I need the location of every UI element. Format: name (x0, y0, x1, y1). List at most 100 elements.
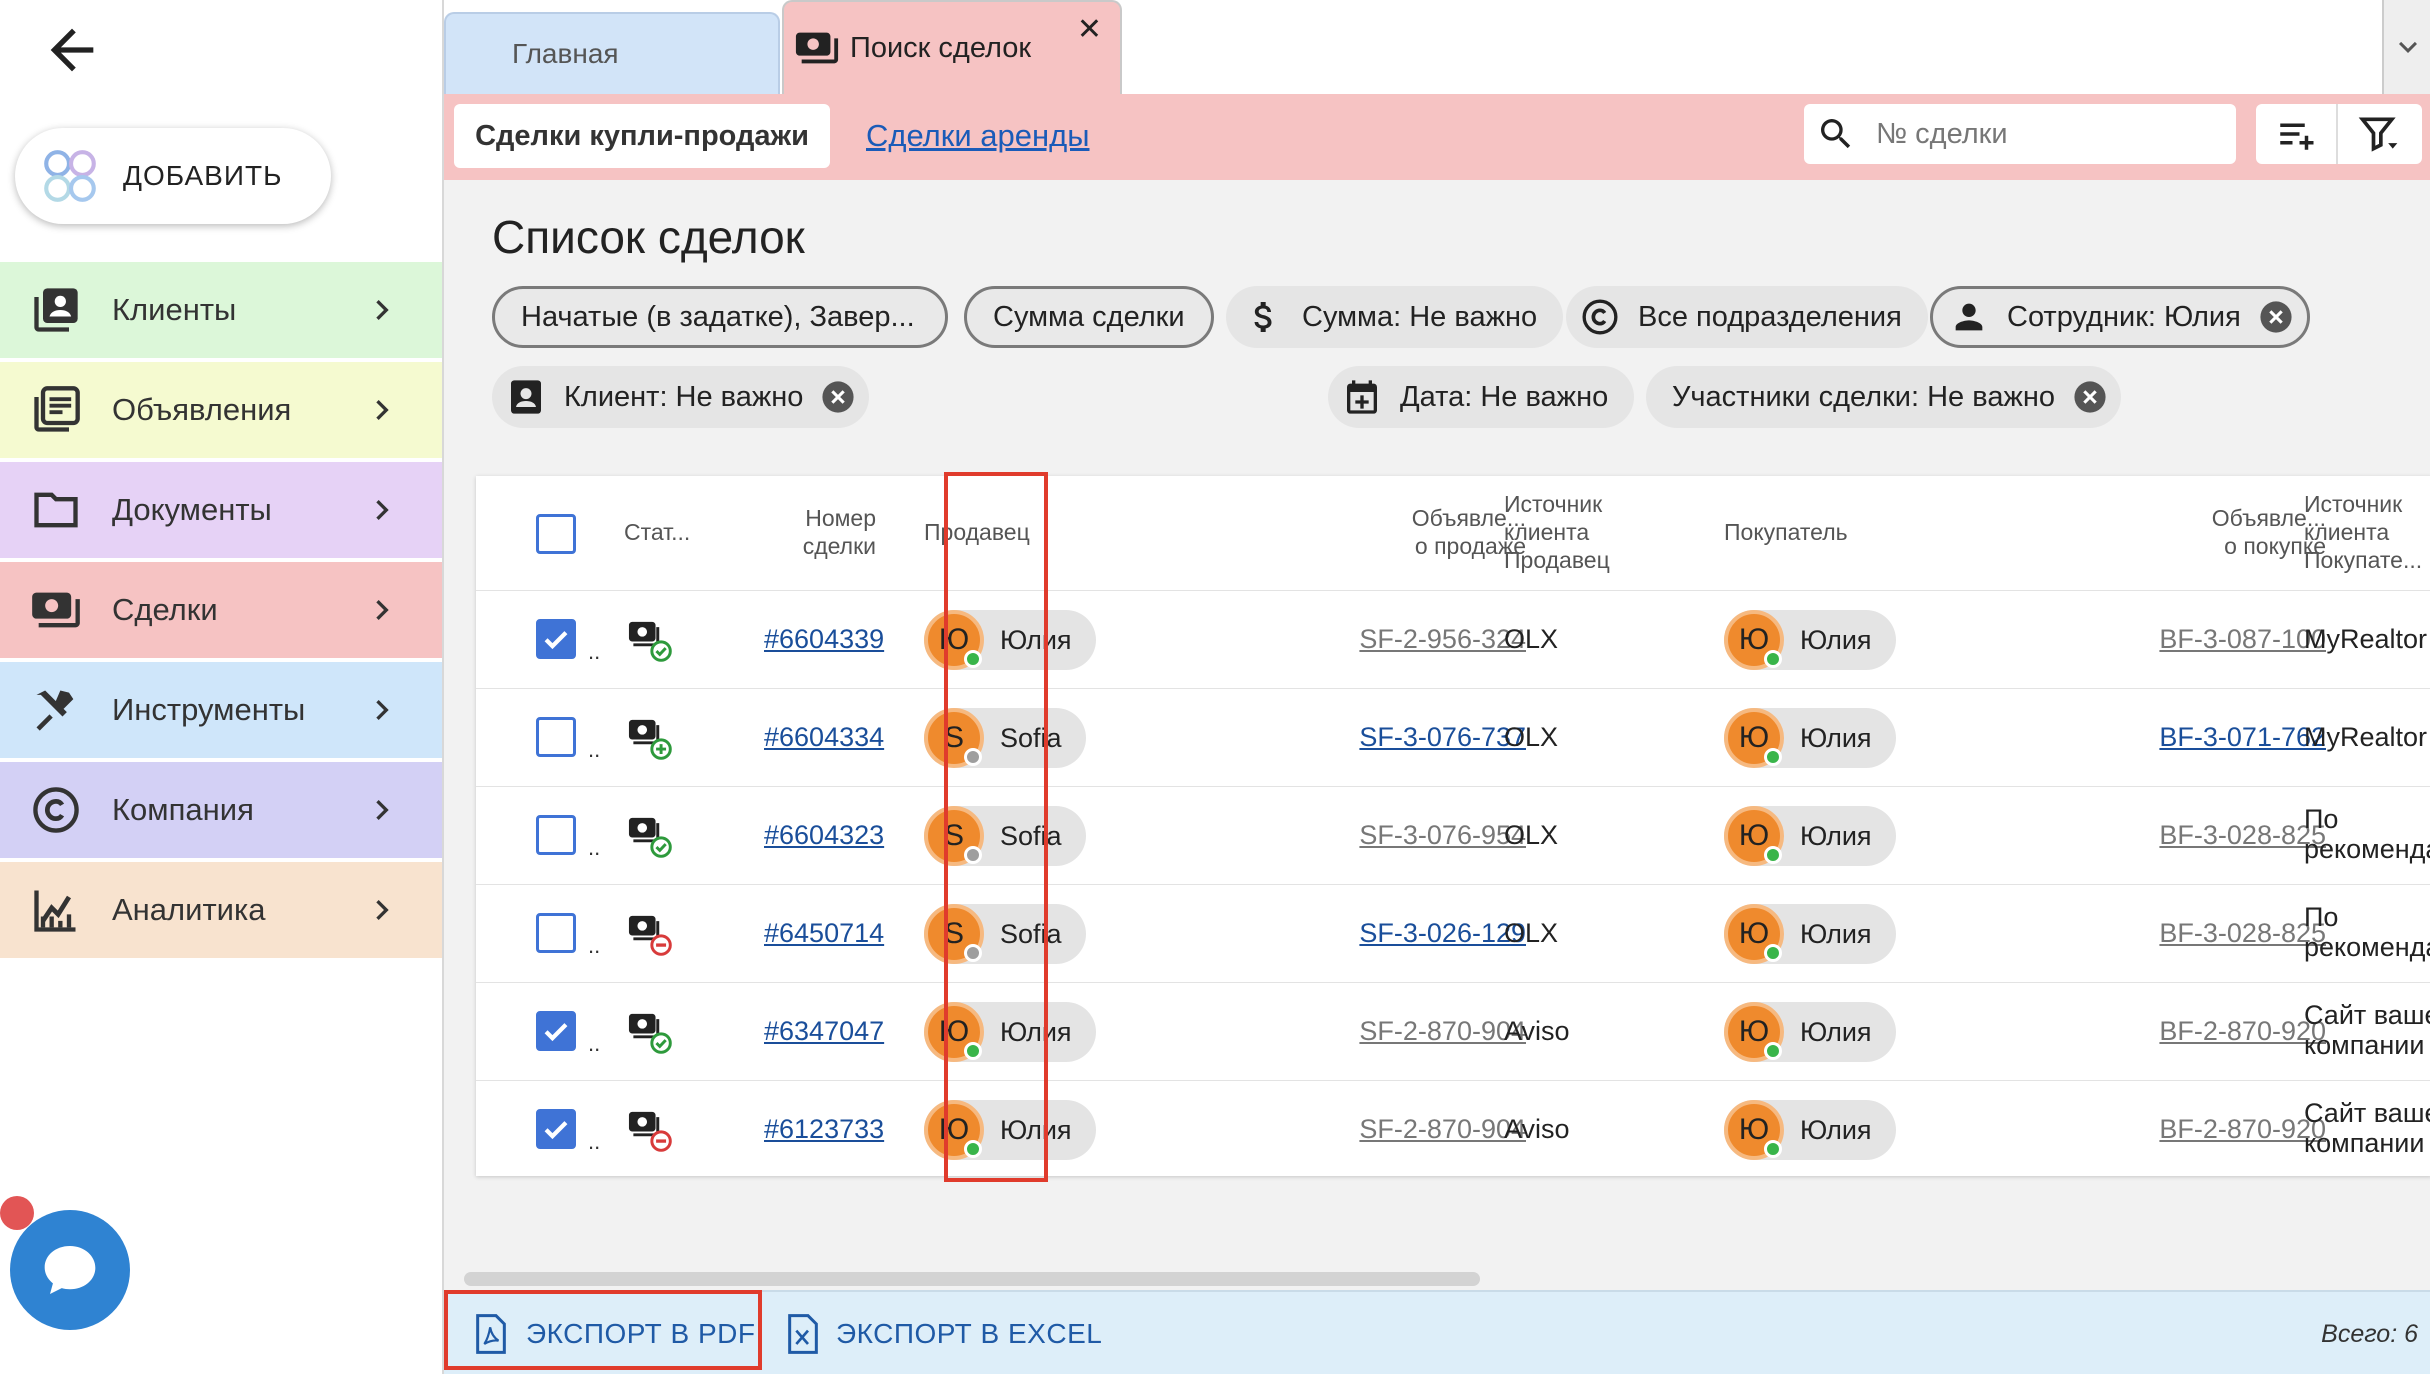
tab-close-icon[interactable]: ✕ (1077, 12, 1102, 47)
buy-ad-link[interactable]: BF-3-028-825 (2159, 820, 2326, 851)
deal-number-link[interactable]: #6123733 (764, 1114, 884, 1145)
sale-ad-link[interactable]: SF-3-076-737 (1359, 722, 1526, 753)
row-more-indicator: .. (588, 1031, 601, 1056)
sidebar-item-company[interactable]: Компания (0, 762, 442, 858)
contacts-icon (30, 284, 82, 336)
avatar-initial: Ю (1738, 623, 1770, 656)
filter-chip-employee[interactable]: Сотрудник: Юлия (1930, 286, 2310, 348)
tab-sale-deals[interactable]: Сделки купли-продажи (454, 104, 830, 168)
sidebar-item-documents[interactable]: Документы (0, 462, 442, 558)
select-all-checkbox[interactable] (536, 514, 576, 554)
table-row[interactable]: .. #6604334 S Sofia SF-3-076-737 OLX Ю Юлия BF-3… (476, 688, 2430, 786)
filter-add-icon (2280, 123, 2314, 150)
filter-menu-button[interactable] (2338, 104, 2420, 164)
sidebar-item-analytics[interactable]: Аналитика (0, 862, 442, 958)
filter-chip-divisions[interactable]: Все подразделения (1566, 286, 1928, 348)
sidebar-item-ads[interactable]: Объявления (0, 362, 442, 458)
table-row[interactable]: .. #6123733 Ю Юлия SF-2-870-904 Aviso Ю Юлия BF-… (476, 1080, 2430, 1178)
seller-source: Aviso (1504, 1114, 1570, 1144)
avatar: Ю (1724, 708, 1784, 768)
filter-chip-divisions-label: Все подразделения (1638, 300, 1902, 333)
row-checkbox[interactable] (536, 1011, 576, 1051)
back-arrow-icon[interactable] (40, 18, 104, 82)
chevron-right-icon (362, 690, 402, 730)
sale-ad-link[interactable]: SF-3-026-129 (1359, 918, 1526, 949)
filter-chip-client[interactable]: Клиент: Не важно (492, 366, 870, 428)
sale-ad-link[interactable]: SF-2-870-904 (1359, 1114, 1526, 1145)
highlight-checkbox-column (944, 472, 1048, 1182)
filter-chip-status-label: Начатые (в задатке), Завер... (521, 300, 915, 333)
buyer-chip[interactable]: Ю Юлия (1724, 1100, 1896, 1160)
buy-ad-link[interactable]: BF-3-028-825 (2159, 918, 2326, 949)
buyer-chip[interactable]: Ю Юлия (1724, 806, 1896, 866)
buy-ad-link[interactable]: BF-3-071-762 (2159, 722, 2326, 753)
buyer-source: Сайт ваше компании (2304, 1098, 2430, 1158)
row-checkbox[interactable] (536, 717, 576, 757)
tab-deal-search-label: Поиск сделок (850, 31, 1032, 64)
buy-ad-link[interactable]: BF-2-870-920 (2159, 1114, 2326, 1145)
seller-source: OLX (1504, 722, 1559, 752)
filter-chip-participants-label: Участники сделки: Не важно (1672, 380, 2055, 413)
chip-remove-icon[interactable] (2073, 380, 2107, 414)
filter-chip-participants[interactable]: Участники сделки: Не важно (1646, 366, 2121, 428)
sale-ad-link[interactable]: SF-3-076-954 (1359, 820, 1526, 851)
filter-chip-date[interactable]: Дата: Не важно (1328, 366, 1635, 428)
deal-number-link[interactable]: #6604339 (764, 624, 884, 655)
export-excel-button[interactable]: ЭКСПОРТ В EXCEL (786, 1292, 1102, 1376)
deal-number-link[interactable]: #6347047 (764, 1016, 884, 1047)
add-button-label: ДОБАВИТЬ (123, 160, 283, 191)
deal-number-link[interactable]: #6450714 (764, 918, 884, 949)
chevron-right-icon (362, 590, 402, 630)
sidebar-item-label: Клиенты (112, 292, 237, 327)
chip-remove-icon[interactable] (821, 380, 855, 414)
tab-bar: Главная Поиск сделок ✕ (444, 0, 2430, 94)
tab-rent-deals[interactable]: Сделки аренды (866, 104, 1089, 168)
sidebar-item-label: Документы (112, 492, 272, 527)
add-filter-button[interactable] (2256, 104, 2338, 164)
add-button[interactable]: ДОБАВИТЬ (15, 128, 331, 224)
row-more-indicator: .. (588, 639, 601, 664)
tab-home[interactable]: Главная (444, 12, 780, 94)
row-checkbox[interactable] (536, 1109, 576, 1149)
buyer-chip[interactable]: Ю Юлия (1724, 904, 1896, 964)
sale-ad-link[interactable]: SF-2-956-324 (1359, 624, 1526, 655)
tabs-dropdown-button[interactable] (2382, 0, 2430, 94)
buy-ad-link[interactable]: BF-2-870-920 (2159, 1016, 2326, 1047)
deal-number-link[interactable]: #6604323 (764, 820, 884, 851)
filter-chip-sum-type[interactable]: Сумма сделки (964, 286, 1214, 348)
chevron-right-icon (362, 490, 402, 530)
buyer-chip[interactable]: Ю Юлия (1724, 708, 1896, 768)
avatar-initial: Ю (1738, 1113, 1770, 1146)
buyer-chip[interactable]: Ю Юлия (1724, 1002, 1896, 1062)
horizontal-scrollbar[interactable] (464, 1272, 1480, 1286)
chat-button[interactable] (10, 1210, 130, 1330)
calendar-add-icon (1347, 380, 1377, 414)
sidebar-item-tools[interactable]: Инструменты (0, 662, 442, 758)
filter-chip-client-label: Клиент: Не важно (564, 380, 804, 413)
filter-chip-status[interactable]: Начатые (в задатке), Завер... (492, 286, 948, 348)
filter-chip-sum[interactable]: Сумма: Не важно (1226, 286, 1564, 348)
table-row[interactable]: .. #6604339 Ю Юлия SF-2-956-324 OLX Ю Юлия BF-3-… (476, 590, 2430, 688)
sale-ad-link[interactable]: SF-2-870-904 (1359, 1016, 1526, 1047)
sidebar-item-deals[interactable]: Сделки (0, 562, 442, 658)
search-icon (1821, 119, 1851, 149)
avatar: Ю (1724, 1002, 1784, 1062)
dollar-icon (1254, 302, 1272, 332)
chevron-right-icon (362, 890, 402, 930)
table-row[interactable]: .. #6450714 S Sofia SF-3-026-129 OLX Ю Юлия BF-3… (476, 884, 2430, 982)
row-checkbox[interactable] (536, 815, 576, 855)
filter-dropdown-icon (2358, 117, 2398, 152)
tab-deal-search[interactable]: Поиск сделок ✕ (782, 0, 1122, 94)
buyer-chip[interactable]: Ю Юлия (1724, 610, 1896, 670)
copyright-icon (1582, 299, 1618, 335)
buy-ad-link[interactable]: BF-3-087-100 (2159, 624, 2326, 655)
deal-number-input[interactable] (1876, 117, 2216, 151)
sidebar-item-clients[interactable]: Клиенты (0, 262, 442, 358)
table-row[interactable]: .. #6347047 Ю Юлия SF-2-870-904 Aviso Ю Юлия BF-… (476, 982, 2430, 1080)
deal-number-link[interactable]: #6604334 (764, 722, 884, 753)
row-checkbox[interactable] (536, 619, 576, 659)
avatar-initial: Ю (1738, 721, 1770, 754)
row-checkbox[interactable] (536, 913, 576, 953)
table-row[interactable]: .. #6604323 S Sofia SF-3-076-954 OLX Ю Юлия BF-3… (476, 786, 2430, 884)
chip-remove-icon[interactable] (2259, 300, 2293, 334)
